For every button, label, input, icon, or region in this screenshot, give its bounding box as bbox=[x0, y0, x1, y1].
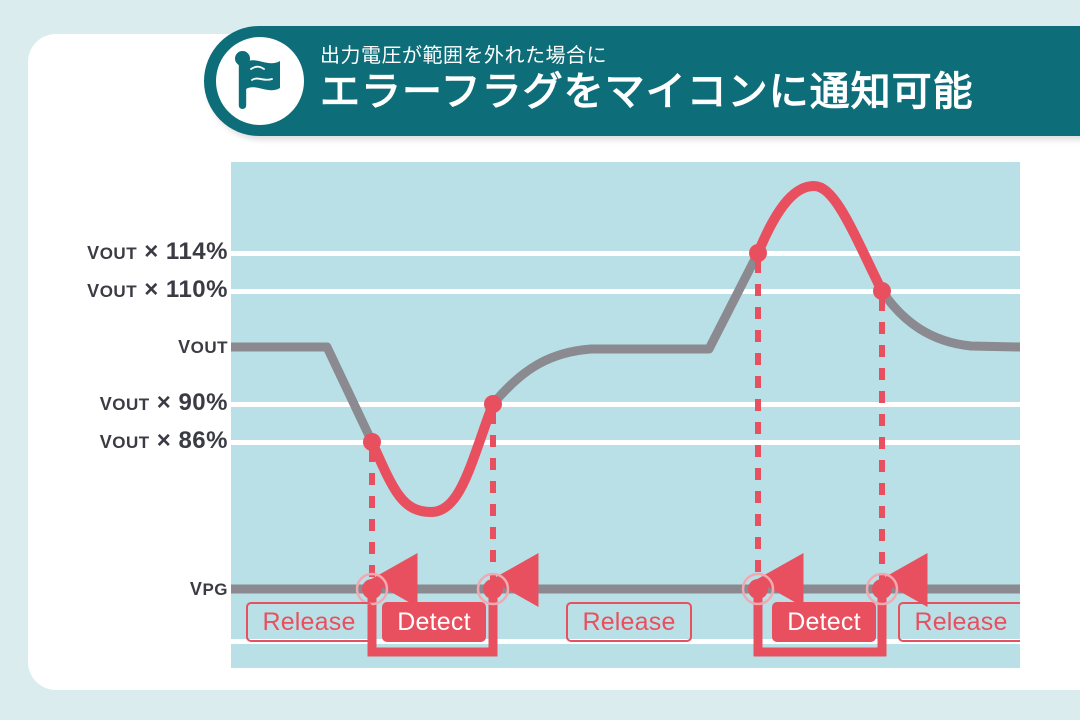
header-banner: 出力電圧が範囲を外れた場合に エラーフラグをマイコンに通知可能 bbox=[204, 26, 1080, 136]
header-banner-inner: 出力電圧が範囲を外れた場合に エラーフラグをマイコンに通知可能 bbox=[204, 26, 1080, 136]
axis-label-110-suffix: × 110% bbox=[137, 276, 228, 303]
flag-icon bbox=[216, 37, 304, 125]
state-box-label: Detect bbox=[397, 607, 471, 636]
waveform-overlay bbox=[231, 181, 1020, 657]
state-box-detect-1[interactable]: Detect bbox=[382, 602, 486, 642]
axis-label-114-suffix: × 114% bbox=[137, 238, 228, 265]
signal-alert-undervoltage bbox=[367, 399, 498, 517]
state-box-label: Detect bbox=[787, 607, 861, 636]
axis-label-114: VOUT × 114% bbox=[87, 238, 228, 265]
state-box-label: Release bbox=[582, 607, 676, 636]
banner-subtitle: 出力電圧が範囲を外れた場合に bbox=[320, 44, 607, 67]
vpg-node-3 bbox=[748, 579, 768, 599]
threshold-marker-110 bbox=[873, 282, 891, 300]
axis-label-90: VOUT × 90% bbox=[99, 389, 228, 416]
signal-normal-seg-2 bbox=[488, 248, 763, 409]
axis-label-90-suffix: × 90% bbox=[149, 389, 228, 416]
signal-normal-seg-3 bbox=[877, 286, 1020, 352]
threshold-marker-114 bbox=[749, 244, 767, 262]
axis-label-110: VOUT × 110% bbox=[87, 276, 228, 303]
signal-normal-seg-1 bbox=[231, 342, 377, 447]
vpg-node-2 bbox=[483, 579, 503, 599]
vpg-node-1 bbox=[362, 579, 382, 599]
state-box-release-1[interactable]: Release bbox=[246, 602, 372, 642]
axis-label-vout: VOUT bbox=[178, 337, 228, 357]
state-box-label: Release bbox=[262, 607, 356, 636]
state-box-detect-2[interactable]: Detect bbox=[772, 602, 876, 642]
vpg-node-4 bbox=[872, 579, 892, 599]
state-box-release-3[interactable]: Release bbox=[898, 602, 1020, 642]
waveform-chart: Release Detect Release Detect Release bbox=[231, 162, 1020, 668]
state-box-release-2[interactable]: Release bbox=[566, 602, 692, 642]
axis-label-vpg: VPG bbox=[189, 579, 228, 599]
flag-icon-svg bbox=[235, 51, 280, 109]
axis-label-86-suffix: × 86% bbox=[149, 427, 228, 454]
state-box-label: Release bbox=[914, 607, 1008, 636]
signal-alert-overvoltage bbox=[753, 181, 887, 296]
header-text-block: 出力電圧が範囲を外れた場合に エラーフラグをマイコンに通知可能 bbox=[320, 44, 974, 119]
axis-label-86: VOUT × 86% bbox=[99, 427, 228, 454]
banner-title: エラーフラグをマイコンに通知可能 bbox=[320, 69, 974, 114]
threshold-marker-90 bbox=[484, 395, 502, 413]
threshold-marker-86 bbox=[363, 433, 381, 451]
y-axis-labels: VOUT × 114% VOUT × 110% VOUT VOUT × 90% … bbox=[0, 0, 228, 720]
